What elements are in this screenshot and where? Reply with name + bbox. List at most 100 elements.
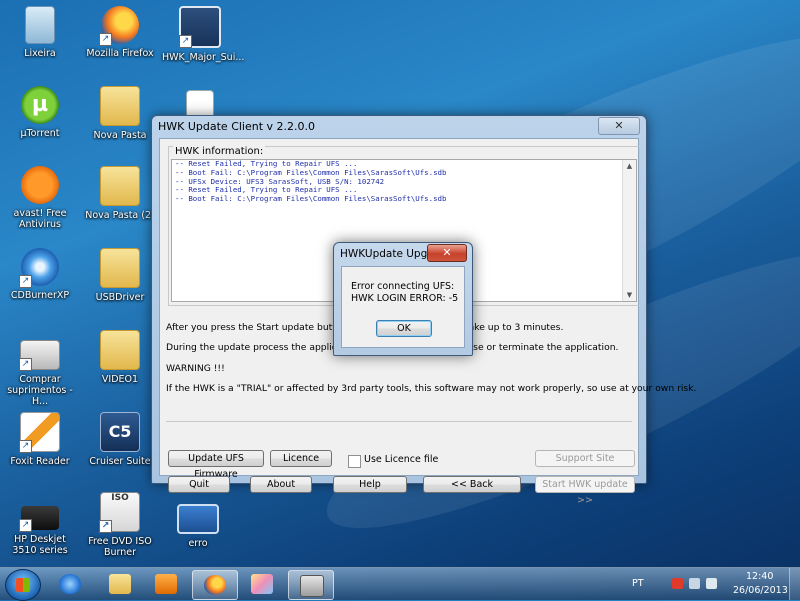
internet-explorer-icon (59, 574, 81, 594)
show-desktop-button[interactable] (789, 568, 800, 600)
error-message-line1: Error connecting UFS: (351, 281, 455, 292)
scroll-down-arrow-icon[interactable]: ▼ (623, 289, 636, 301)
iso-burner-icon: ISO ↗ (99, 492, 140, 533)
desktop-icon-free-dvd-iso-burner[interactable]: ISO ↗ Free DVD ISO Burner (82, 492, 158, 558)
quit-button[interactable]: Quit (168, 476, 230, 493)
error-dialog: HWKUpdate Upg... ✕ Error connecting UFS:… (333, 242, 473, 356)
desktop-icon-nova-pasta[interactable]: Nova Pasta (82, 86, 158, 141)
error-message-line2: HWK LOGIN ERROR: -5 (351, 293, 459, 304)
help-button[interactable]: Help (333, 476, 407, 493)
folder-icon (100, 86, 140, 126)
volume-icon[interactable] (706, 578, 717, 589)
desktop-icon-label: Nova Pasta (93, 130, 147, 141)
shortcut-arrow-icon: ↗ (19, 358, 32, 371)
shortcut-arrow-icon: ↗ (19, 275, 32, 288)
ok-button[interactable]: OK (376, 320, 432, 337)
desktop-icon-foxit-reader[interactable]: ↗ Foxit Reader (2, 412, 78, 467)
cruiser-glyph: C5 (108, 422, 132, 441)
desktop-icon-cruiser-suite[interactable]: C5 Cruiser Suite (82, 412, 158, 467)
desktop-icon-label: Lixeira (24, 48, 56, 59)
taskbar: PT 12:40 26/06/2013 (0, 567, 800, 601)
clock-date[interactable]: 26/06/2013 (733, 585, 788, 596)
iso-glyph: ISO (111, 493, 129, 503)
windows-logo-icon (16, 578, 30, 592)
taskbar-explorer[interactable] (98, 570, 142, 598)
desktop-icon-label: Nova Pasta (2) (85, 210, 155, 221)
log-line: -- Boot Fail: C:\Program Files\Common Fi… (175, 194, 447, 204)
back-button[interactable]: << Back (423, 476, 521, 493)
shortcut-arrow-icon: ↗ (19, 519, 32, 532)
group-label: HWK information: (173, 146, 266, 157)
desktop-icon-label: Cruiser Suite (89, 456, 151, 467)
start-button[interactable] (5, 569, 41, 601)
desktop-icon-label: Comprar suprimentos - H... (7, 374, 73, 407)
desktop-icon-nova-pasta-2[interactable]: Nova Pasta (2) (82, 166, 158, 221)
use-licence-file-label: Use Licence file (364, 454, 439, 465)
desktop-icon-label: CDBurnerXP (10, 290, 70, 301)
desktop-icon-utorrent[interactable]: µ µTorrent (2, 86, 78, 139)
info-text-update-process-tail: lose or terminate the application. (465, 342, 619, 353)
close-icon: ✕ (442, 246, 452, 259)
separator (166, 421, 632, 422)
log-scrollbar[interactable]: ▲ ▼ (622, 160, 636, 301)
folder-icon (100, 248, 140, 288)
desktop-icon-video1[interactable]: VIDEO1 (82, 330, 158, 385)
desktop-icon-avast[interactable]: avast! Free Antivirus (2, 166, 78, 230)
update-ufs-firmware-button[interactable]: Update UFS Firmware (168, 450, 264, 480)
use-licence-file-checkbox[interactable] (348, 455, 361, 468)
dialog-client-area: Error connecting UFS: HWK LOGIN ERROR: -… (341, 266, 465, 348)
window-close-button[interactable]: ✕ (598, 117, 640, 135)
desktop-icon-hp-deskjet[interactable]: ↗ HP Deskjet 3510 series (2, 492, 78, 556)
trial-warning-text: If the HWK is a "TRIAL" or affected by 3… (166, 383, 697, 394)
shortcut-arrow-icon: ↗ (99, 33, 112, 46)
support-site-button[interactable]: Support Site (535, 450, 635, 467)
screenshot-image-icon (177, 504, 219, 534)
desktop-icon-hwk-major-suite[interactable]: ↗ HWK_Major_Sui... (162, 6, 245, 63)
desktop-icon-label: Free DVD ISO Burner (88, 536, 152, 558)
desktop-icon-label: avast! Free Antivirus (13, 208, 67, 230)
taskbar-media-player[interactable] (144, 570, 188, 598)
close-icon: ✕ (614, 119, 624, 132)
taskbar-hwk-update-client[interactable] (288, 570, 334, 600)
utorrent-glyph: µ (31, 92, 49, 117)
desktop-icon-label: HWK_Major_Sui... (162, 52, 245, 63)
desktop-icon-label: USBDriver (95, 292, 145, 303)
foxit-reader-icon: ↗ (19, 412, 60, 453)
network-icon[interactable] (689, 578, 700, 589)
taskbar-firefox[interactable] (192, 570, 238, 600)
firefox-icon (204, 575, 226, 595)
desktop-icon-label: µTorrent (20, 128, 60, 139)
desktop-icon-erro[interactable]: erro (160, 492, 236, 549)
dialog-close-button[interactable]: ✕ (427, 244, 467, 262)
avast-icon (21, 166, 59, 204)
taskbar-internet-explorer[interactable] (48, 570, 92, 598)
desktop-icon-usbdriver[interactable]: USBDriver (82, 248, 158, 303)
licence-button[interactable]: Licence (270, 450, 332, 467)
desktop-icon-comprar-suprimentos[interactable]: ↗ Comprar suprimentos - H... (2, 330, 78, 407)
paint-icon (251, 574, 273, 594)
desktop-icon-firefox[interactable]: ↗ Mozilla Firefox (82, 6, 158, 59)
printer-icon: ↗ (19, 340, 60, 371)
desktop-icon-label: erro (188, 538, 208, 549)
taskbar-paint[interactable] (240, 570, 284, 598)
start-hwk-update-button[interactable]: Start HWK update >> (535, 476, 635, 506)
folder-icon (100, 166, 140, 206)
clock-time[interactable]: 12:40 (746, 571, 773, 582)
utorrent-icon: µ (21, 86, 59, 124)
shortcut-arrow-icon: ↗ (179, 35, 192, 48)
desktop-icon-recycle-bin[interactable]: Lixeira (2, 6, 78, 59)
scroll-up-arrow-icon[interactable]: ▲ (623, 160, 636, 172)
folder-icon (100, 330, 140, 370)
dialog-title: HWKUpdate Upg... (340, 248, 438, 260)
action-center-flag-icon[interactable] (672, 578, 683, 589)
desktop-icon-cdburnerxp[interactable]: ↗ CDBurnerXP (2, 248, 78, 301)
desktop-icon-label: VIDEO1 (101, 374, 139, 385)
window-title: HWK Update Client v 2.2.0.0 (158, 120, 316, 133)
about-button[interactable]: About (250, 476, 312, 493)
language-indicator[interactable]: PT (632, 578, 644, 589)
recycle-bin-icon (25, 6, 55, 44)
shortcut-arrow-icon: ↗ (99, 520, 112, 533)
desktop-icon-label: HP Deskjet 3510 series (12, 534, 68, 556)
hwk-app-icon (300, 575, 324, 597)
shortcut-arrow-icon: ↗ (19, 440, 32, 453)
